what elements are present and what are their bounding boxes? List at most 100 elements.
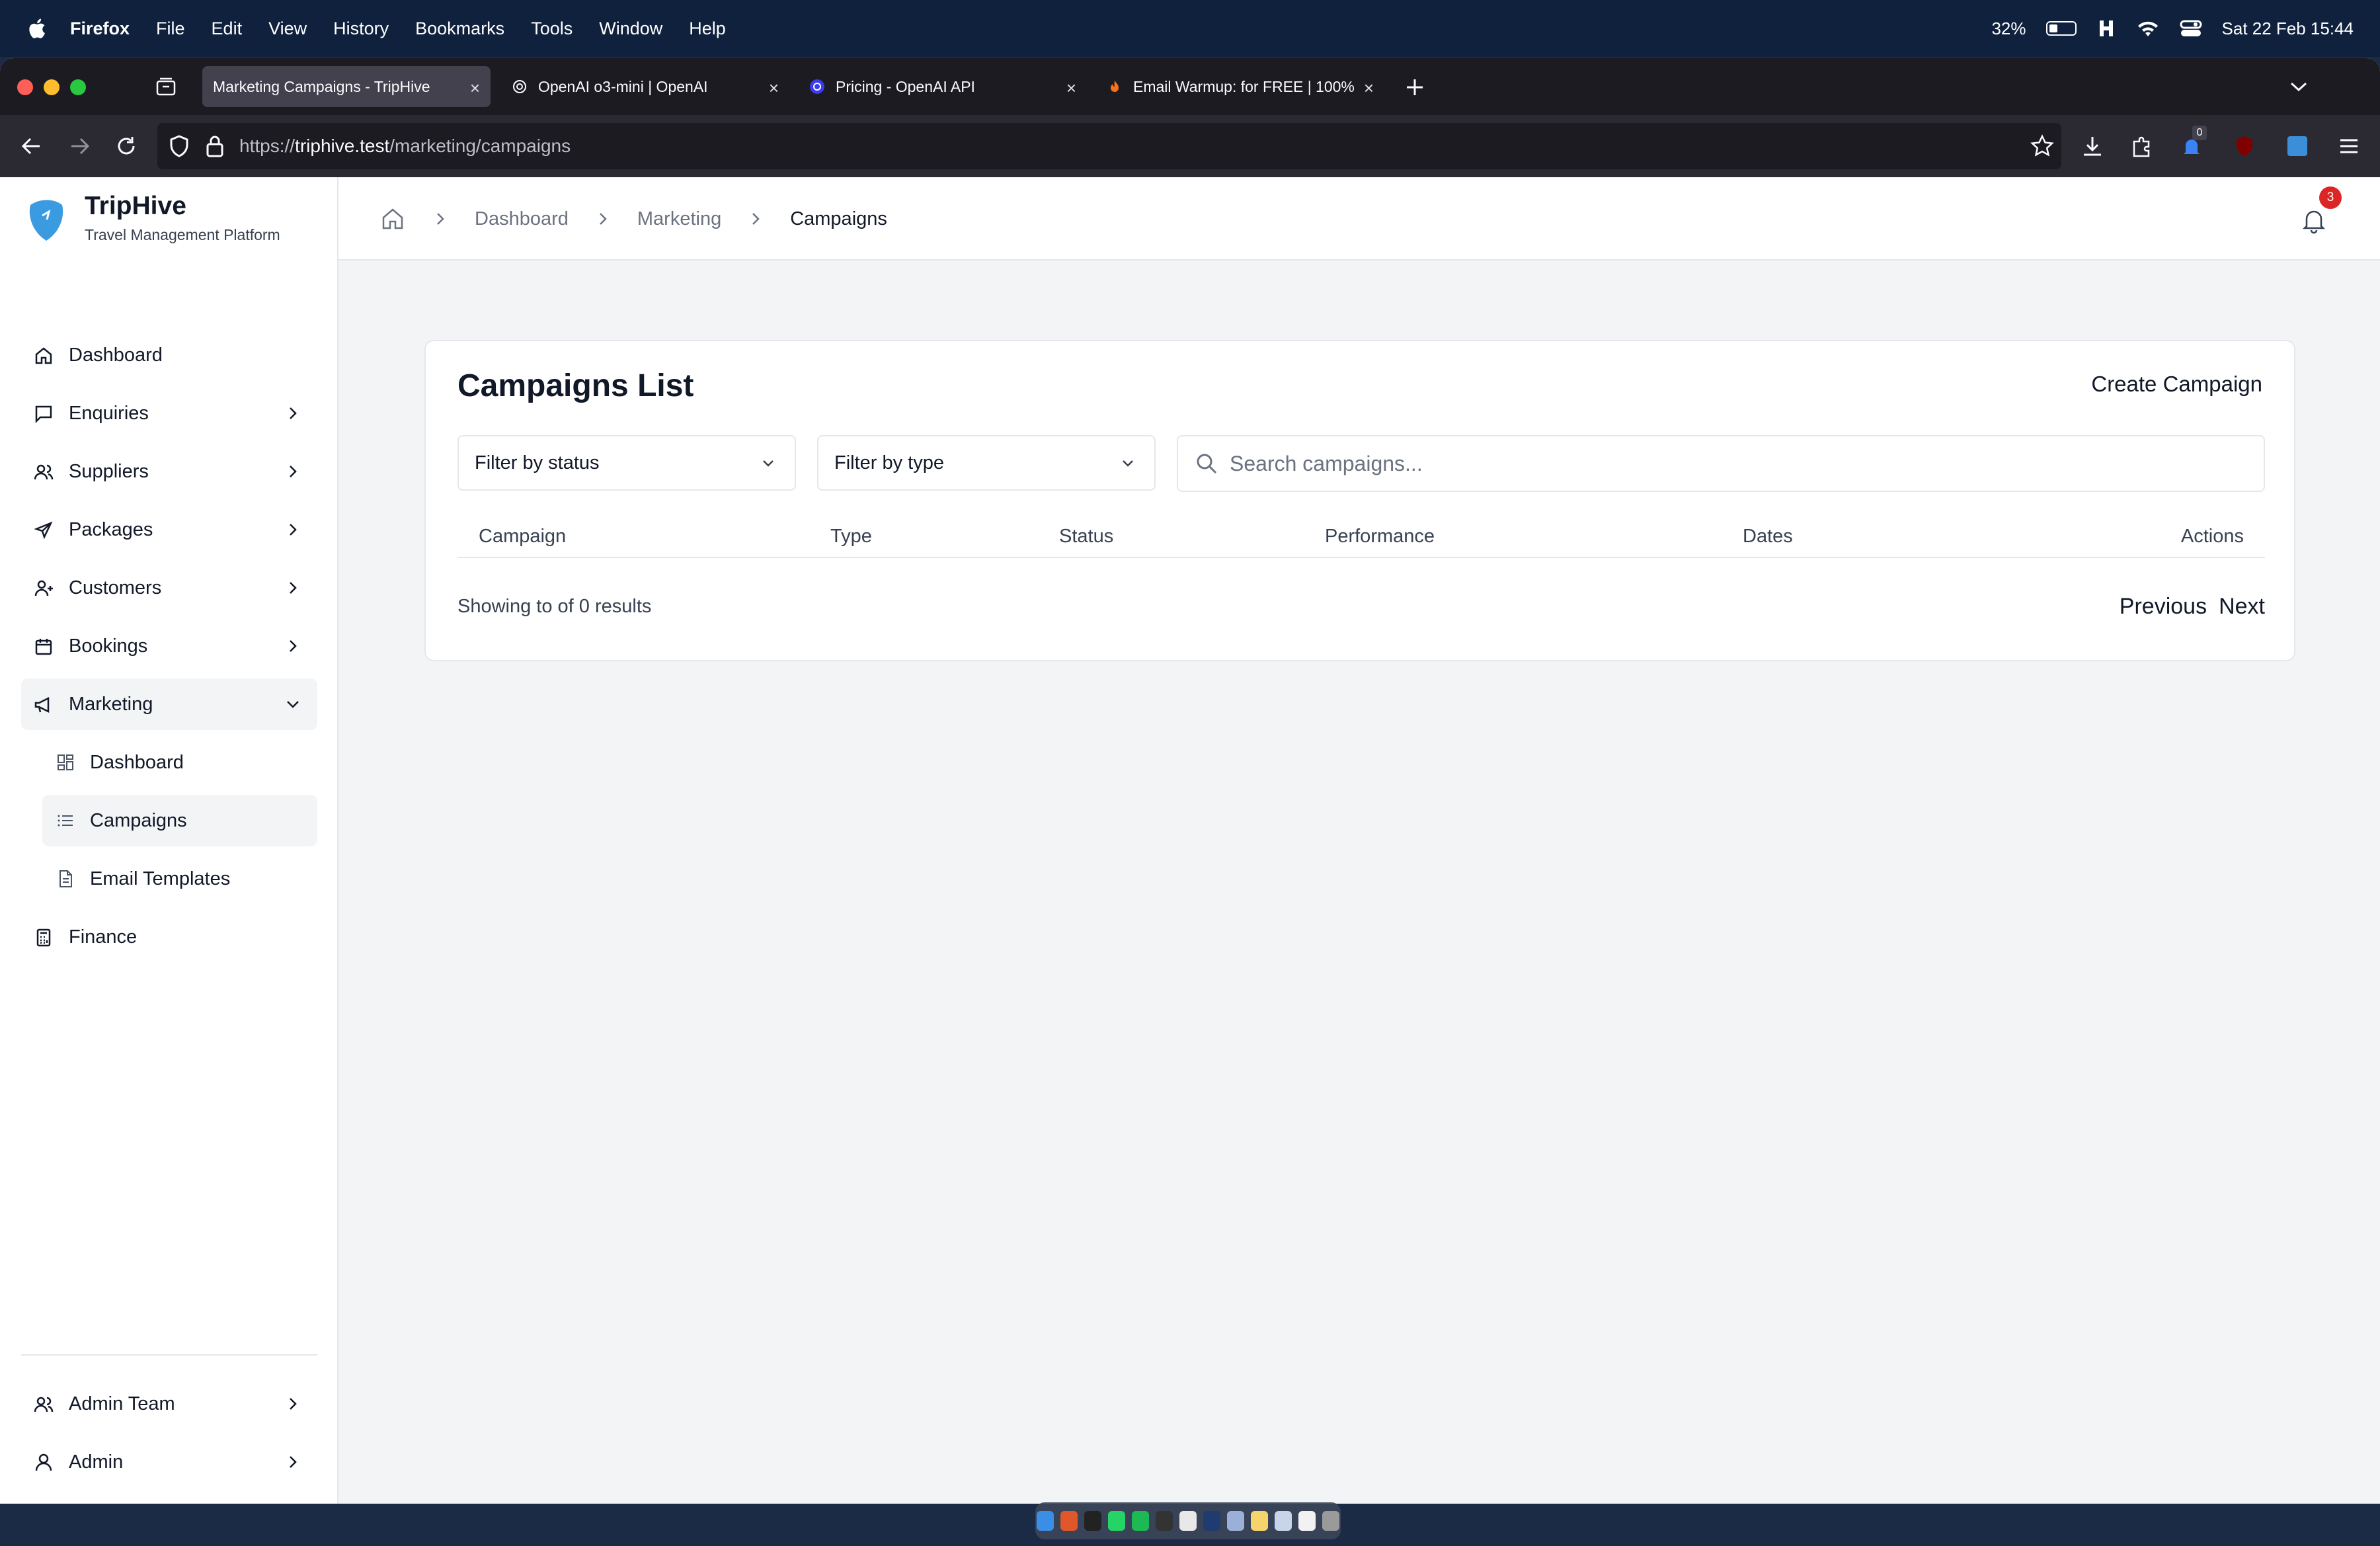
openai-favicon-icon	[513, 80, 526, 93]
close-tab-icon[interactable]: ×	[769, 78, 779, 99]
sidebar-subitem-marketing-dashboard[interactable]: Dashboard	[42, 737, 317, 788]
sidebar-item-suppliers[interactable]: Suppliers	[21, 446, 317, 497]
pagination-bar: Showing to of 0 results Previous Next	[457, 590, 2265, 623]
breadcrumb-marketing[interactable]: Marketing	[637, 208, 721, 230]
sidebar-divider	[21, 1354, 317, 1356]
menu-history[interactable]: History	[333, 19, 389, 39]
sidebar-item-admin[interactable]: Admin	[21, 1436, 317, 1488]
notes-icon[interactable]	[1251, 1511, 1268, 1531]
firefox-icon[interactable]	[1060, 1511, 1078, 1531]
spotify-icon[interactable]	[1132, 1511, 1149, 1531]
finder-icon[interactable]	[1037, 1511, 1054, 1531]
new-tab-icon[interactable]	[1404, 77, 1425, 98]
tab-overview-icon[interactable]	[155, 75, 177, 98]
status-filter-select[interactable]: Filter by status	[457, 435, 796, 491]
close-tab-icon[interactable]: ×	[1364, 78, 1374, 99]
menu-bookmarks[interactable]: Bookmarks	[415, 19, 504, 39]
users-icon	[34, 464, 54, 480]
list-all-tabs-chevron-down-icon[interactable]	[2289, 78, 2309, 95]
sidebar-item-finance[interactable]: Finance	[21, 911, 317, 963]
ublock-origin-icon[interactable]	[2232, 134, 2257, 159]
search-input[interactable]	[1230, 442, 2248, 485]
reload-icon[interactable]	[114, 134, 139, 159]
menu-window[interactable]: Window	[599, 19, 662, 39]
tab-email-warmup[interactable]: Email Warmup: for FREE | 100% ×	[1096, 66, 1384, 107]
menu-help[interactable]: Help	[689, 19, 726, 39]
trash-icon[interactable]	[1322, 1511, 1339, 1531]
zoom-window-button[interactable]	[70, 79, 86, 95]
sidebar-item-customers[interactable]: Customers	[21, 562, 317, 614]
close-tab-icon[interactable]: ×	[470, 78, 480, 99]
sidebar-item-packages[interactable]: Packages	[21, 504, 317, 555]
tab-openai-pricing[interactable]: Pricing - OpenAI API ×	[799, 66, 1087, 107]
minimize-window-button[interactable]	[44, 79, 60, 95]
breadcrumb: Dashboard Marketing Campaigns	[379, 177, 887, 261]
browser-window: Marketing Campaigns - TripHive × OpenAI …	[0, 58, 2380, 1504]
breadcrumb-campaigns: Campaigns	[790, 208, 887, 229]
menu-view[interactable]: View	[268, 19, 307, 39]
menu-tools[interactable]: Tools	[531, 19, 573, 39]
tab-triphive[interactable]: Marketing Campaigns - TripHive ×	[202, 66, 491, 107]
tracking-protection-shield-icon[interactable]	[167, 134, 192, 159]
url-host: triphive.test	[295, 136, 390, 156]
sidebar-subitem-email-templates[interactable]: Email Templates	[42, 853, 317, 905]
downloads-icon[interactable]	[2080, 134, 2105, 159]
dropbox-icon[interactable]	[1084, 1511, 1101, 1531]
brand-text: TripHive Travel Management Platform	[85, 192, 280, 244]
close-window-button[interactable]	[17, 79, 33, 95]
whatsapp-icon[interactable]	[1108, 1511, 1125, 1531]
bell-icon[interactable]	[2301, 206, 2327, 234]
sidebar-item-marketing[interactable]: Marketing	[21, 678, 317, 730]
h-app-icon[interactable]	[2096, 19, 2116, 38]
battery-icon[interactable]	[2045, 21, 2077, 36]
extensions-puzzle-icon[interactable]	[2129, 134, 2154, 159]
column-performance: Performance	[1325, 526, 1435, 547]
back-arrow-icon[interactable]	[19, 134, 44, 159]
sidebar-item-bookings[interactable]: Bookings	[21, 620, 317, 672]
bookmark-star-icon[interactable]	[2030, 134, 2055, 159]
hamburger-menu-icon[interactable]	[2336, 134, 2361, 159]
lock-icon[interactable]	[202, 134, 227, 159]
sidebar-item-label: Packages	[69, 519, 153, 540]
chevron-down-icon	[1123, 460, 1133, 467]
column-type: Type	[830, 526, 872, 547]
wifi-icon[interactable]	[2136, 19, 2160, 38]
previous-page-button[interactable]: Previous	[2120, 590, 2207, 623]
menu-file[interactable]: File	[156, 19, 185, 39]
home-icon[interactable]	[379, 206, 406, 232]
brand[interactable]: TripHive Travel Management Platform	[26, 192, 280, 244]
slack-icon[interactable]	[1179, 1511, 1197, 1531]
app-icon[interactable]	[1203, 1511, 1220, 1531]
message-icon	[35, 405, 52, 424]
column-actions: Actions	[2180, 526, 2244, 547]
menu-app-name[interactable]: Firefox	[70, 19, 130, 39]
sidebar-item-label: Suppliers	[69, 461, 149, 482]
sidebar-item-admin-team[interactable]: Admin Team	[21, 1378, 317, 1430]
next-page-button[interactable]: Next	[2219, 590, 2265, 623]
clock[interactable]: Sat 22 Feb 15:44	[2222, 19, 2354, 39]
apple-logo-icon[interactable]	[26, 17, 46, 40]
extension-ft-icon[interactable]	[2285, 134, 2310, 159]
app-window-icon[interactable]	[1275, 1511, 1292, 1531]
url-text[interactable]: https://triphive.test/marketing/campaign…	[239, 115, 571, 177]
document-icon[interactable]	[1298, 1511, 1316, 1531]
chevron-right-icon	[290, 466, 297, 477]
tab-openai-o3[interactable]: OpenAI o3-mini | OpenAI ×	[501, 66, 789, 107]
table-header: Campaign Type Status Performance Dates A…	[457, 514, 2265, 558]
control-center-icon[interactable]	[2180, 19, 2202, 38]
sidebar-item-label: Admin Team	[69, 1393, 175, 1414]
terminal-icon[interactable]	[1156, 1511, 1173, 1531]
column-status: Status	[1059, 526, 1114, 547]
sidebar-item-dashboard[interactable]: Dashboard	[21, 329, 317, 381]
sidebar-item-label: Email Templates	[90, 868, 231, 889]
type-filter-select[interactable]: Filter by type	[817, 435, 1156, 491]
sidebar-subitem-campaigns[interactable]: Campaigns	[42, 795, 317, 846]
calculator-icon	[36, 928, 51, 947]
forward-arrow-icon[interactable]	[67, 134, 93, 159]
menu-edit[interactable]: Edit	[212, 19, 243, 39]
sidebar-item-enquiries[interactable]: Enquiries	[21, 387, 317, 439]
preview-icon[interactable]	[1227, 1511, 1244, 1531]
breadcrumb-dashboard[interactable]: Dashboard	[475, 208, 569, 230]
close-tab-icon[interactable]: ×	[1066, 78, 1076, 99]
create-campaign-button[interactable]: Create Campaign	[2091, 372, 2262, 397]
